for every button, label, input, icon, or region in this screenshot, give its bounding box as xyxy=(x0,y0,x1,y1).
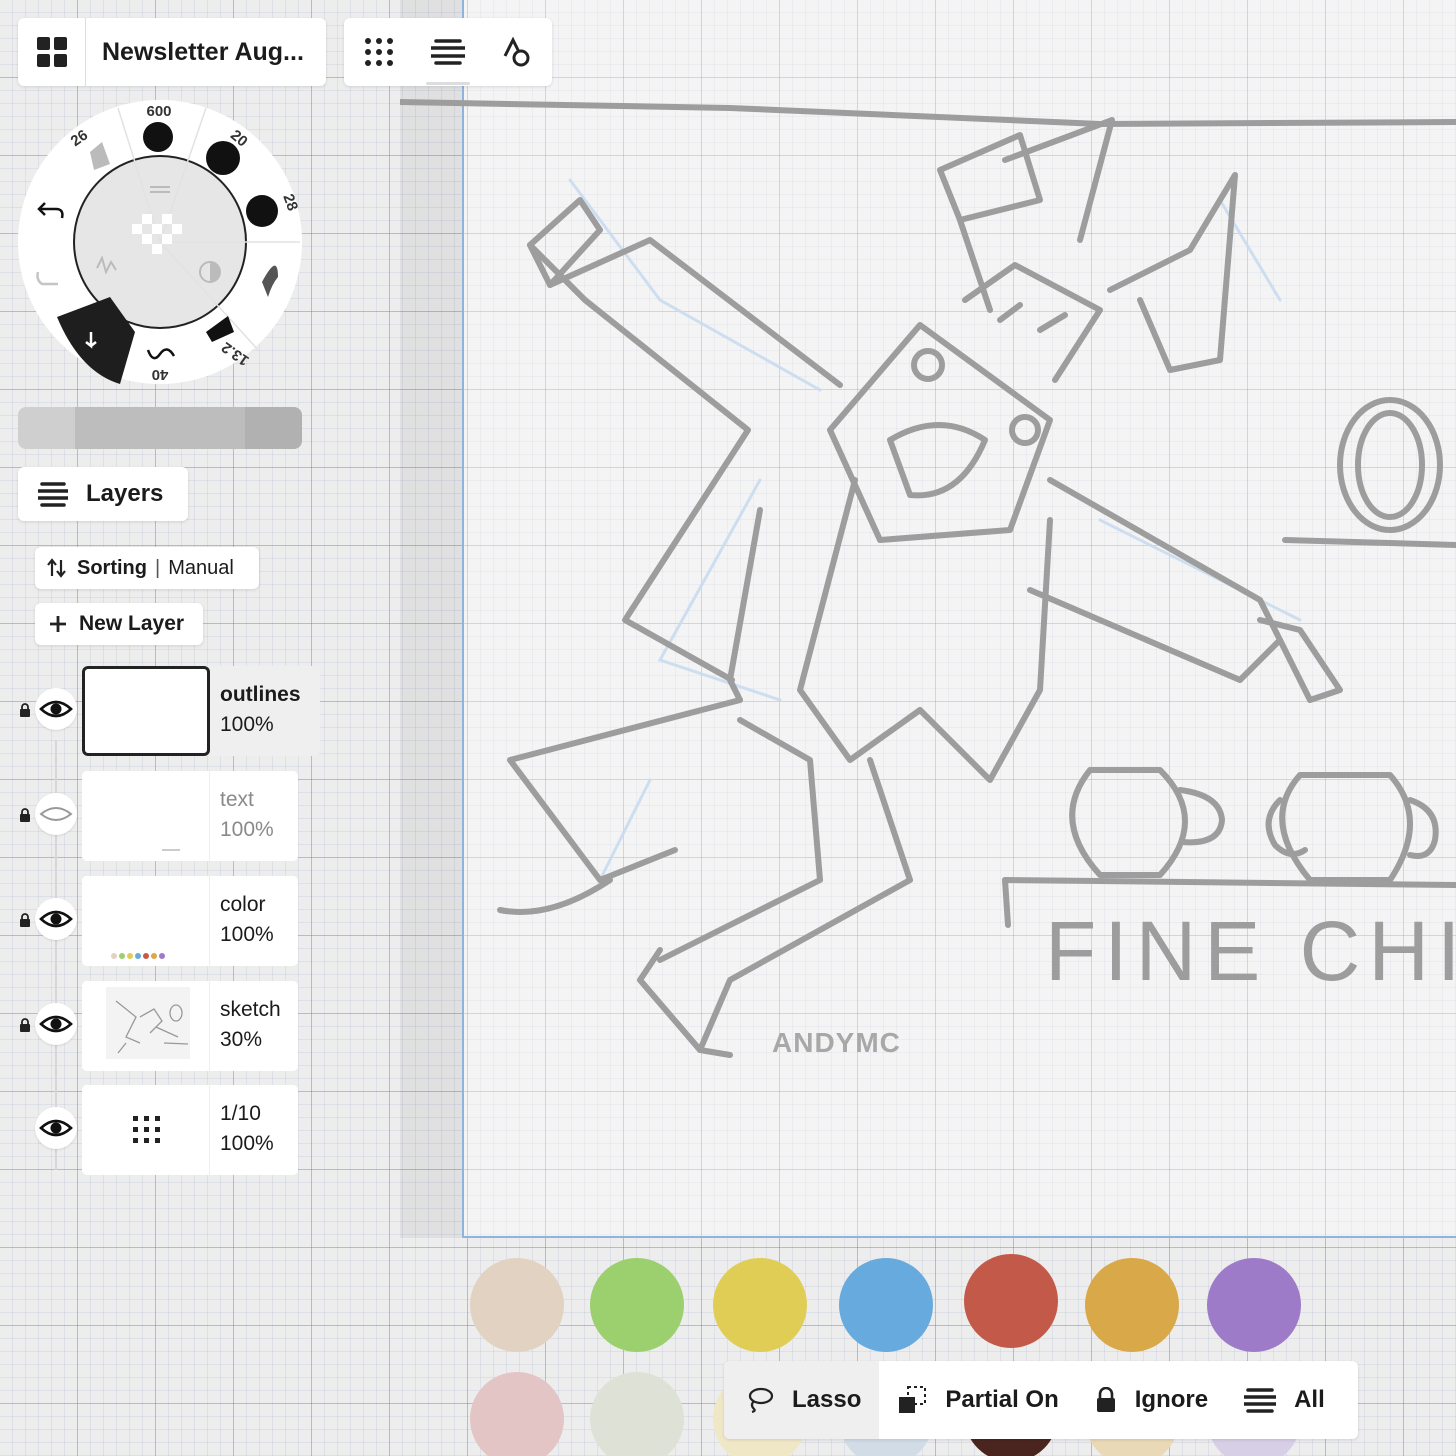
eye-icon xyxy=(39,910,73,928)
layers-title: Layers xyxy=(86,480,164,507)
grid-dots-icon[interactable] xyxy=(349,22,409,82)
color-swatch[interactable] xyxy=(713,1258,807,1352)
selection-bar: Lasso Partial On Ignore All xyxy=(724,1361,1358,1439)
sort-icon xyxy=(47,558,66,578)
layer-row[interactable]: sketch 30% xyxy=(0,981,330,1071)
lock-icon[interactable] xyxy=(19,808,31,822)
sorting-divider: | xyxy=(155,556,161,579)
layer-row[interactable]: outlines 100% xyxy=(0,666,330,756)
sorting-button[interactable]: Sorting | Manual xyxy=(35,547,259,589)
layer-opacity: 100% xyxy=(220,1132,274,1155)
layer-card[interactable]: 1/10 100% xyxy=(82,1085,298,1175)
layer-thumbnail xyxy=(82,771,210,861)
layer-row[interactable]: 1/10 100% xyxy=(0,1085,330,1175)
eye-icon xyxy=(39,700,73,718)
partial-on-button[interactable]: Partial On xyxy=(879,1361,1077,1439)
brush-slider[interactable] xyxy=(18,407,302,449)
layers-icon xyxy=(38,482,68,507)
layer-thumbnail xyxy=(82,876,210,966)
partial-on-label: Partial On xyxy=(945,1386,1059,1413)
layer-opacity: 100% xyxy=(220,818,274,841)
new-layer-label: New Layer xyxy=(79,612,185,635)
visibility-toggle[interactable] xyxy=(35,898,77,940)
plus-icon xyxy=(50,616,66,632)
visibility-toggle[interactable] xyxy=(35,688,77,730)
document-title[interactable]: Newsletter Aug... xyxy=(102,38,304,67)
layer-thumbnail xyxy=(82,666,210,756)
lock-icon xyxy=(1096,1387,1115,1412)
layer-card[interactable]: outlines 100% xyxy=(82,666,320,756)
sign-text: FINE CHIN xyxy=(1045,904,1456,998)
sorting-value: Manual xyxy=(168,556,234,579)
brush-size-label: 600 xyxy=(146,103,171,120)
layer-name: 1/10 xyxy=(220,1102,261,1125)
layers-icon[interactable] xyxy=(418,22,478,85)
lock-icon[interactable] xyxy=(19,913,31,927)
color-swatch[interactable] xyxy=(470,1258,564,1352)
color-swatch[interactable] xyxy=(964,1254,1058,1348)
layer-name: outlines xyxy=(220,683,301,706)
layer-card[interactable]: text 100% xyxy=(82,771,298,861)
layer-name: color xyxy=(220,893,266,916)
brush-28-icon xyxy=(246,195,278,227)
ignore-button[interactable]: Ignore xyxy=(1076,1361,1227,1439)
layer-thumbnail xyxy=(82,981,210,1071)
lasso-label: Lasso xyxy=(792,1386,862,1413)
layer-name: sketch xyxy=(220,998,281,1021)
all-label: All xyxy=(1294,1386,1325,1413)
layer-opacity: 30% xyxy=(220,1028,263,1051)
brush-600-icon xyxy=(143,122,173,152)
color-swatch[interactable] xyxy=(1085,1258,1179,1352)
layer-card[interactable]: sketch 30% xyxy=(82,981,298,1071)
color-swatch[interactable] xyxy=(1207,1258,1301,1352)
layer-opacity: 100% xyxy=(220,713,274,736)
sorting-label: Sorting xyxy=(77,556,147,579)
lasso-button[interactable]: Lasso xyxy=(724,1361,880,1439)
color-swatch[interactable] xyxy=(590,1258,684,1352)
layer-opacity: 100% xyxy=(220,923,274,946)
color-swatch[interactable] xyxy=(590,1372,684,1456)
ignore-label: Ignore xyxy=(1134,1386,1209,1413)
layer-name: text xyxy=(220,788,254,811)
gallery-icon[interactable] xyxy=(18,18,86,86)
layers-button[interactable]: Layers xyxy=(18,467,188,521)
brush-size-label: 40 xyxy=(152,366,169,383)
lock-icon[interactable] xyxy=(19,1018,31,1032)
all-layers-button[interactable]: All xyxy=(1226,1361,1343,1439)
layer-row[interactable]: color 100% xyxy=(0,876,330,966)
color-swatch[interactable] xyxy=(470,1372,564,1456)
color-swatch[interactable] xyxy=(839,1258,933,1352)
eye-icon xyxy=(39,1119,73,1137)
artist-signature: ANDYMC xyxy=(772,1027,901,1058)
document-header[interactable]: Newsletter Aug... xyxy=(18,18,326,86)
grid-dots-icon xyxy=(133,1116,160,1143)
shapes-icon[interactable] xyxy=(487,22,547,82)
visibility-toggle[interactable] xyxy=(35,1003,77,1045)
layer-card[interactable]: color 100% xyxy=(82,876,298,966)
new-layer-button[interactable]: New Layer xyxy=(35,603,203,645)
sketch-drawing[interactable]: FINE CHIN ANDYMC xyxy=(400,0,1456,1238)
layers-icon xyxy=(1244,1388,1277,1413)
visibility-toggle[interactable] xyxy=(35,793,77,835)
partial-select-icon xyxy=(899,1386,927,1413)
lock-icon[interactable] xyxy=(19,703,31,717)
eye-icon xyxy=(39,1015,73,1033)
visibility-toggle[interactable] xyxy=(35,1107,77,1149)
eye-closed-icon xyxy=(39,807,73,821)
brush-wheel[interactable]: 600 20 28 13.2 40 26 xyxy=(10,92,310,392)
layer-thumbnail xyxy=(82,1085,210,1175)
lasso-icon xyxy=(748,1387,774,1413)
top-toolbar xyxy=(344,18,552,86)
layer-row[interactable]: text 100% xyxy=(0,771,330,861)
